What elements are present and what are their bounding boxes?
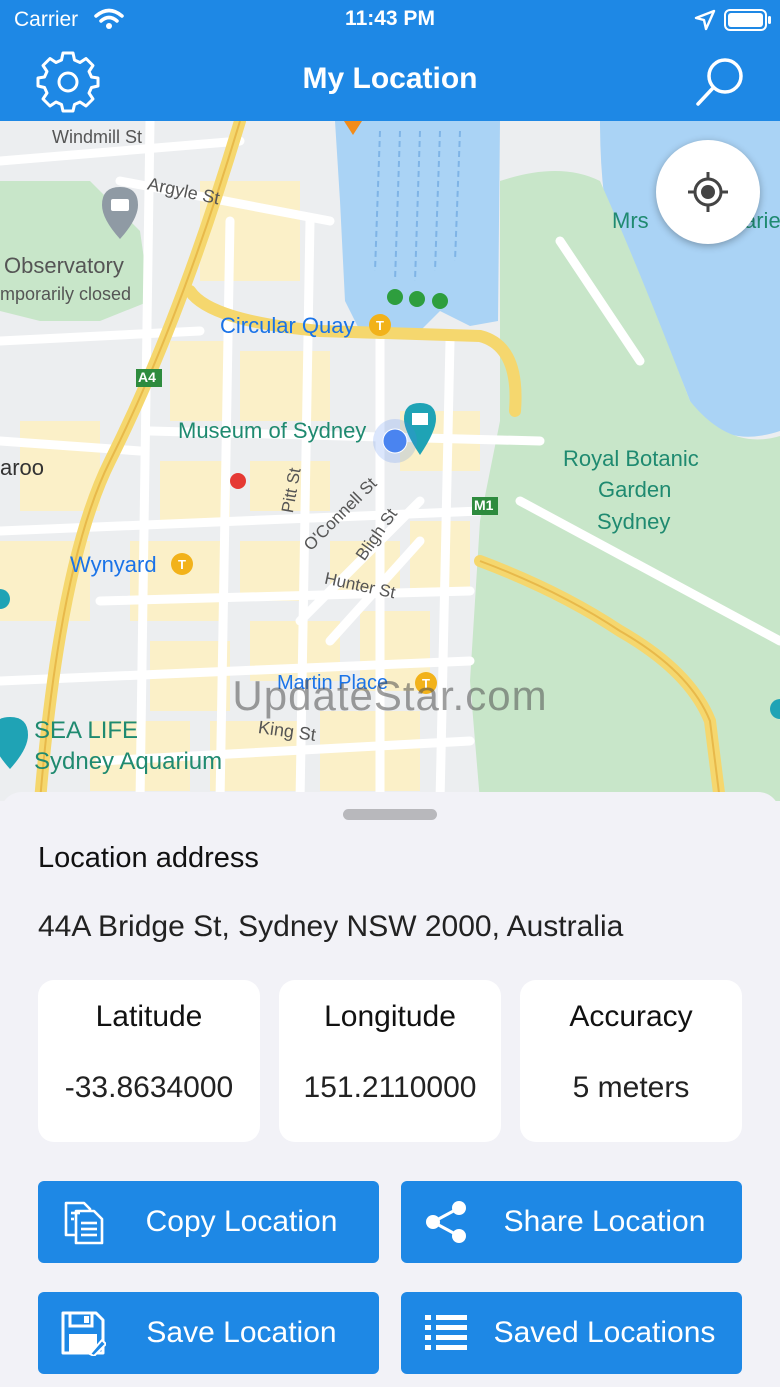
map-label-museum: Museum of Sydney <box>178 418 367 443</box>
latitude-card: Latitude -33.8634000 <box>38 980 260 1142</box>
map-label-circular-quay: Circular Quay <box>220 313 355 338</box>
map-label-temporarily-closed: mporarily closed <box>0 284 132 304</box>
map-label-mrs: Mrs <box>612 208 649 233</box>
latitude-value: -33.8634000 <box>64 1071 234 1104</box>
longitude-card: Longitude 151.2110000 <box>279 980 501 1142</box>
map-label-garden: Garden <box>598 477 672 502</box>
sheet-drag-handle[interactable] <box>343 809 437 820</box>
floppy-disk-icon <box>61 1311 106 1356</box>
map-label-observatory: Observatory <box>4 253 124 278</box>
longitude-value: 151.2110000 <box>303 1071 477 1104</box>
accuracy-card: Accuracy 5 meters <box>520 980 742 1142</box>
location-arrow-icon <box>694 9 716 36</box>
crosshair-icon <box>688 172 728 212</box>
svg-text:T: T <box>376 318 384 333</box>
watermark: UpdateStar.com <box>232 672 548 719</box>
list-icon <box>425 1315 467 1350</box>
svg-text:T: T <box>178 557 186 572</box>
map-label-wynyard: Wynyard <box>70 552 157 577</box>
map-label-sydney: Sydney <box>597 509 671 534</box>
map-label-royal: Royal Botanic <box>563 446 699 471</box>
save-location-button[interactable]: Save Location <box>38 1292 379 1374</box>
clock: 11:43 PM <box>345 7 435 30</box>
accuracy-value: 5 meters <box>572 1071 690 1104</box>
my-location-button[interactable] <box>656 140 760 244</box>
accuracy-label: Accuracy <box>569 1000 693 1033</box>
page-title: My Location <box>302 62 478 95</box>
saved-locations-button[interactable]: Saved Locations <box>401 1292 742 1374</box>
map-label-a4: A4 <box>138 369 156 385</box>
address-value: 44A Bridge St, Sydney NSW 2000, Australi… <box>38 910 624 943</box>
share-location-button[interactable]: Share Location <box>401 1181 742 1263</box>
search-button[interactable] <box>692 54 748 110</box>
nav-bar: My Location <box>0 40 780 121</box>
address-heading: Location address <box>38 842 259 874</box>
share-icon <box>426 1201 466 1243</box>
map-label-sealife: SEA LIFE <box>34 717 139 744</box>
latitude-label: Latitude <box>95 1000 203 1033</box>
status-bar: Carrier 11:43 PM <box>0 0 780 40</box>
share-location-label: Share Location <box>503 1205 706 1238</box>
longitude-label: Longitude <box>324 1000 456 1033</box>
copy-location-label: Copy Location <box>145 1205 338 1238</box>
map-label-aroo: aroo <box>0 455 45 480</box>
map-label-windmill: Windmill St <box>52 127 143 147</box>
copy-location-button[interactable]: Copy Location <box>38 1181 379 1263</box>
battery-icon <box>724 9 772 36</box>
search-icon <box>696 58 743 106</box>
map-label-m1: M1 <box>474 497 494 513</box>
save-location-label: Save Location <box>146 1316 337 1349</box>
location-sheet: Location address 44A Bridge St, Sydney N… <box>0 792 780 1387</box>
map-label-sydney-aquarium: Sydney Aquarium <box>34 748 223 775</box>
saved-locations-label: Saved Locations <box>493 1316 716 1349</box>
copy-document-icon <box>64 1201 104 1245</box>
